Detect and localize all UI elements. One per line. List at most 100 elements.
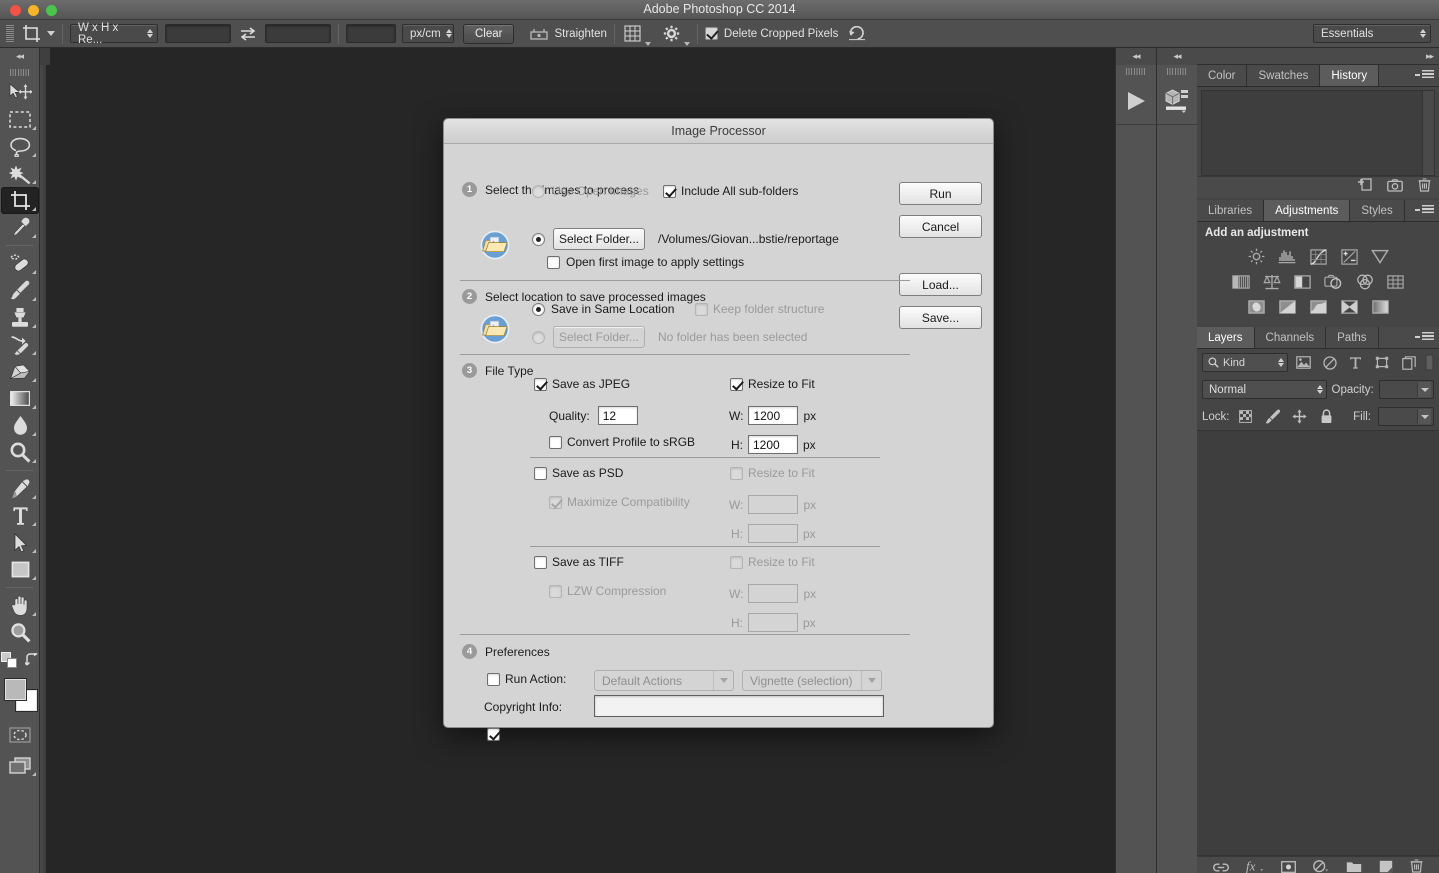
clone-stamp-tool[interactable] bbox=[1, 304, 39, 331]
save-same-location-row[interactable]: Save in Same Location bbox=[532, 302, 674, 316]
delete-cropped-pixels-checkbox[interactable] bbox=[704, 27, 718, 40]
adjustments-panel-menu-icon[interactable] bbox=[1415, 205, 1434, 214]
opacity-input[interactable] bbox=[1378, 380, 1434, 399]
lzw-compression-checkbox[interactable] bbox=[549, 584, 562, 598]
color-balance-icon[interactable] bbox=[1261, 272, 1283, 291]
crop-width-input[interactable] bbox=[165, 24, 231, 43]
properties-3d-panel-collapsed[interactable]: ◂◂ bbox=[1156, 48, 1197, 873]
dodge-tool[interactable] bbox=[1, 439, 39, 466]
photo-filter-icon[interactable] bbox=[1323, 272, 1345, 291]
path-selection-tool[interactable] bbox=[1, 529, 39, 556]
save-as-tiff-row[interactable]: Save as TIFF bbox=[534, 555, 624, 569]
screen-mode-icon[interactable] bbox=[1, 752, 39, 779]
tab-styles[interactable]: Styles bbox=[1350, 200, 1405, 221]
save-as-jpeg-checkbox[interactable] bbox=[534, 377, 547, 391]
include-icc-row[interactable]: Include ICC Profile bbox=[487, 727, 605, 741]
vibrance-icon[interactable] bbox=[1369, 247, 1391, 266]
swap-dimensions-icon[interactable] bbox=[237, 23, 259, 45]
open-first-image-checkbox[interactable] bbox=[547, 255, 560, 269]
delete-layer-trash-icon[interactable] bbox=[1410, 859, 1423, 873]
tab-channels[interactable]: Channels bbox=[1254, 327, 1327, 348]
properties-collapse-icon[interactable]: ◂◂ bbox=[1157, 48, 1197, 65]
crop-resolution-input[interactable] bbox=[346, 24, 396, 43]
straighten-label[interactable]: Straighten bbox=[554, 28, 606, 40]
jpeg-height-input[interactable]: 1200 bbox=[748, 435, 798, 454]
tiff-width-input[interactable] bbox=[748, 584, 799, 603]
exposure-icon[interactable] bbox=[1338, 247, 1360, 266]
chevron-down-icon[interactable] bbox=[861, 671, 881, 690]
history-panel-menu-icon[interactable] bbox=[1415, 70, 1434, 79]
default-colors-icon[interactable] bbox=[0, 652, 17, 673]
channel-mixer-icon[interactable] bbox=[1354, 272, 1376, 291]
spot-healing-brush-tool[interactable] bbox=[1, 250, 39, 277]
save-as-psd-row[interactable]: Save as PSD bbox=[534, 466, 623, 480]
psd-resize-row[interactable]: Resize to Fit bbox=[730, 466, 815, 480]
lock-image-icon[interactable] bbox=[1262, 407, 1284, 426]
tab-swatches[interactable]: Swatches bbox=[1247, 65, 1321, 86]
filter-toggle-icon[interactable] bbox=[1424, 353, 1434, 372]
tool-preset-caret-icon[interactable] bbox=[47, 31, 55, 36]
crop-tool[interactable] bbox=[1, 187, 39, 214]
type-layer-filter-icon[interactable] bbox=[1345, 353, 1366, 372]
crop-tool-icon[interactable] bbox=[18, 22, 44, 46]
rectangle-shape-tool[interactable] bbox=[1, 556, 39, 583]
play-triangle-icon[interactable] bbox=[1116, 78, 1156, 125]
save-same-location-radio[interactable] bbox=[532, 302, 545, 316]
dest-folder-radio[interactable] bbox=[532, 330, 545, 344]
curves-icon[interactable] bbox=[1307, 247, 1329, 266]
workspace-select[interactable]: Essentials bbox=[1313, 24, 1431, 43]
layer-filter-kind-select[interactable]: Kind bbox=[1202, 353, 1288, 372]
tab-libraries[interactable]: Libraries bbox=[1197, 200, 1265, 221]
levels-icon[interactable] bbox=[1276, 247, 1298, 266]
convert-srgb-row[interactable]: Convert Profile to sRGB bbox=[549, 435, 695, 449]
reset-arrow-icon[interactable] bbox=[846, 23, 868, 45]
timeline-panel-collapsed[interactable]: ◂◂ bbox=[1115, 48, 1156, 873]
new-group-folder-icon[interactable] bbox=[1346, 860, 1362, 873]
history-brush-tool[interactable] bbox=[1, 331, 39, 358]
maximize-compat-row[interactable]: Maximize Compatibility bbox=[549, 495, 690, 509]
new-document-from-state-icon[interactable] bbox=[1357, 178, 1372, 197]
tab-history[interactable]: History bbox=[1320, 65, 1380, 86]
lzw-compression-row[interactable]: LZW Compression bbox=[549, 584, 666, 598]
keep-folder-structure-row[interactable]: Keep folder structure bbox=[695, 302, 824, 316]
tiff-resize-checkbox[interactable] bbox=[730, 555, 743, 569]
layers-list[interactable] bbox=[1197, 430, 1439, 856]
rectangular-marquee-tool[interactable] bbox=[1, 106, 39, 133]
clear-button[interactable]: Clear bbox=[463, 23, 515, 44]
jpeg-quality-input[interactable]: 12 bbox=[597, 406, 638, 425]
grid-overlay-caret-icon[interactable] bbox=[644, 42, 651, 46]
dock-collapse-icon[interactable]: ▸▸ bbox=[1197, 48, 1439, 65]
link-layers-icon[interactable] bbox=[1213, 860, 1229, 873]
tab-layers[interactable]: Layers bbox=[1197, 327, 1255, 348]
blur-tool[interactable] bbox=[1, 412, 39, 439]
tiff-resize-row[interactable]: Resize to Fit bbox=[730, 555, 815, 569]
cancel-button[interactable]: Cancel bbox=[899, 215, 982, 238]
lock-transparency-icon[interactable] bbox=[1235, 407, 1257, 426]
swap-colors-icon[interactable] bbox=[23, 651, 39, 672]
open-first-image-row[interactable]: Open first image to apply settings bbox=[547, 255, 744, 269]
gradient-tool[interactable] bbox=[1, 385, 39, 412]
tools-collapse-icon[interactable]: ◂◂ bbox=[0, 48, 39, 65]
tiff-height-input[interactable] bbox=[748, 613, 798, 632]
save-as-psd-checkbox[interactable] bbox=[534, 466, 547, 480]
include-subfolders-row[interactable]: Include All sub-folders bbox=[663, 184, 798, 198]
jpeg-resize-checkbox[interactable] bbox=[730, 377, 743, 391]
layer-mask-icon[interactable] bbox=[1281, 860, 1296, 873]
action-name-select[interactable]: Vignette (selection) bbox=[742, 670, 882, 691]
magic-wand-tool[interactable] bbox=[1, 160, 39, 187]
pixel-layer-filter-icon[interactable] bbox=[1293, 353, 1314, 372]
blend-mode-select[interactable]: Normal bbox=[1202, 380, 1327, 399]
save-as-tiff-checkbox[interactable] bbox=[534, 555, 547, 569]
brush-tool[interactable] bbox=[1, 277, 39, 304]
psd-height-input[interactable] bbox=[748, 524, 798, 543]
quick-mask-icon[interactable] bbox=[1, 721, 39, 748]
trash-icon[interactable] bbox=[1418, 178, 1431, 197]
history-scrollbar[interactable] bbox=[1422, 91, 1434, 175]
tab-color[interactable]: Color bbox=[1197, 65, 1248, 86]
posterize-icon[interactable] bbox=[1276, 297, 1298, 316]
hand-tool[interactable] bbox=[1, 592, 39, 619]
copyright-info-input[interactable] bbox=[594, 695, 884, 717]
3d-cube-icon[interactable] bbox=[1157, 78, 1197, 125]
shape-layer-filter-icon[interactable] bbox=[1372, 353, 1393, 372]
new-layer-icon[interactable] bbox=[1379, 860, 1393, 873]
